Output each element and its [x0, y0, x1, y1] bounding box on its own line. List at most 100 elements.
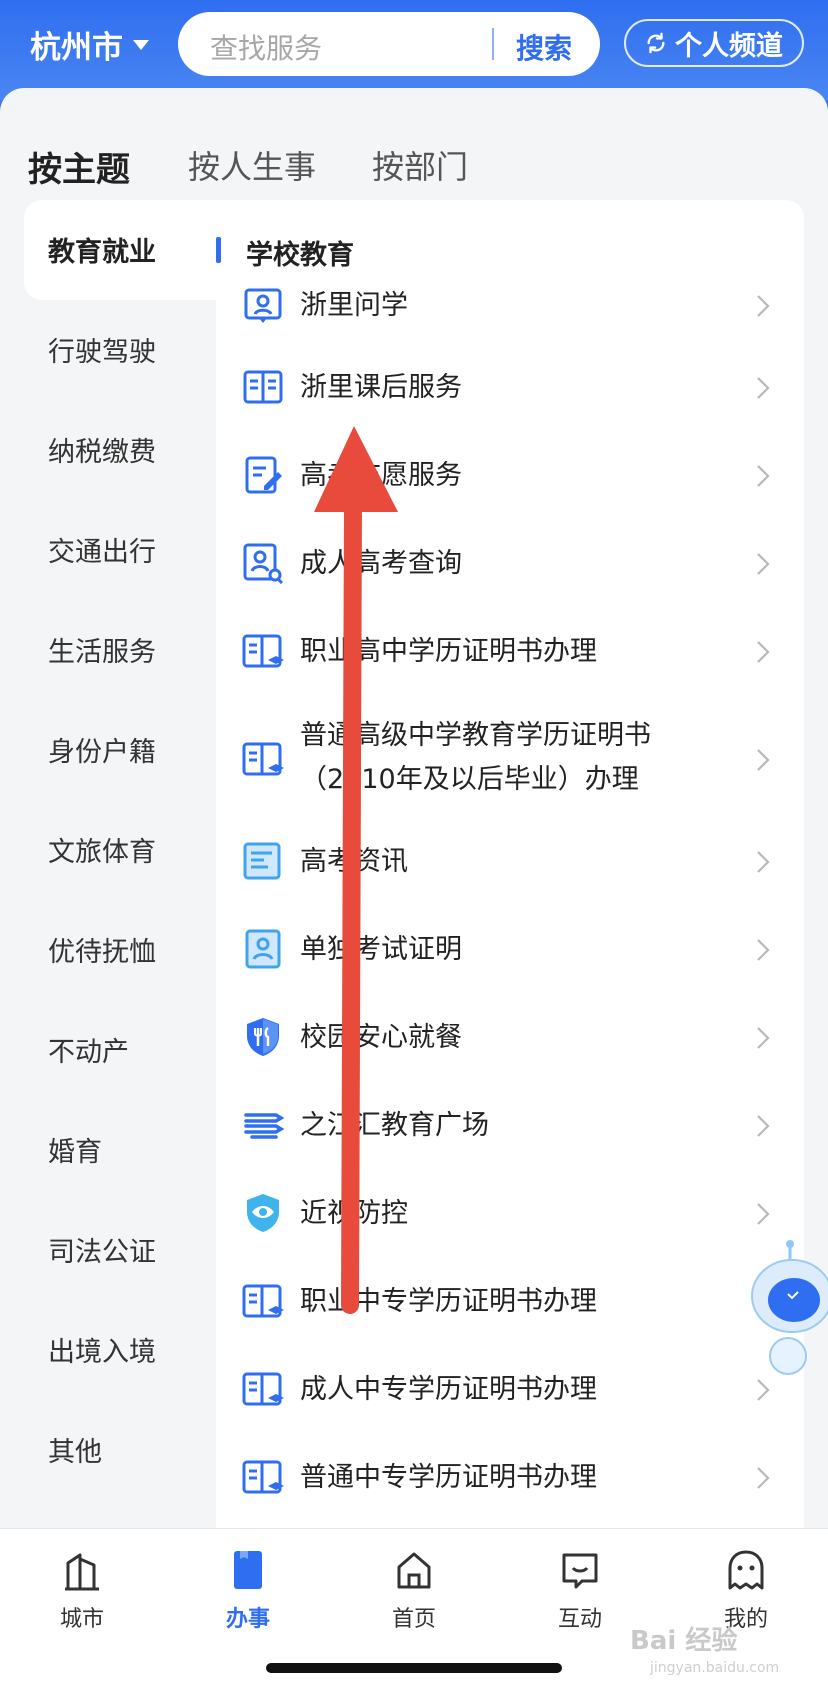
person-search-icon — [243, 543, 284, 584]
badge-person-icon — [244, 288, 282, 323]
nav-city[interactable]: 城市 — [32, 1549, 132, 1633]
sidebar-item-judicial[interactable]: 司法公证 — [48, 1230, 156, 1269]
service-label: 浙里课后服务 — [300, 372, 462, 403]
service-label: 浙里问学 — [300, 290, 408, 321]
chevron-right-icon — [757, 749, 770, 771]
certificate-book-icon — [242, 634, 284, 668]
city-selector[interactable]: 杭州市 — [30, 22, 149, 67]
chevron-right-icon — [757, 641, 770, 663]
service-row[interactable]: 近视防控 — [216, 1186, 804, 1242]
service-label: 职业中专学历证明书办理 — [300, 1286, 597, 1317]
service-label: 职业高中学历证明书办理 — [300, 636, 597, 667]
sidebar-item-life-services[interactable]: 生活服务 — [48, 630, 156, 669]
service-label: 高考志愿服务 — [300, 460, 462, 491]
shield-eye-icon — [247, 1194, 279, 1232]
chat-icon — [562, 1553, 598, 1589]
service-label: 高考资讯 — [300, 846, 408, 877]
sidebar-item-education[interactable]: 教育就业 — [48, 230, 156, 269]
certificate-book-icon — [242, 1372, 284, 1406]
caret-down-icon — [133, 39, 149, 50]
service-row[interactable]: 校园安心就餐 — [216, 1010, 804, 1066]
personal-channel-button[interactable]: 个人频道 — [624, 19, 804, 67]
certificate-book-icon — [242, 742, 284, 776]
assistant-robot-icon[interactable] — [742, 1238, 828, 1378]
city-icon — [65, 1553, 99, 1591]
search-input[interactable]: 查找服务 — [210, 27, 322, 67]
tab-by-theme[interactable]: 按主题 — [28, 142, 130, 191]
sidebar-item-culture-sports[interactable]: 文旅体育 — [48, 830, 156, 869]
service-icon — [234, 1551, 262, 1589]
nav-interact-label: 互动 — [557, 1607, 602, 1632]
watermark: Bai 经验 — [630, 1626, 738, 1656]
service-row[interactable]: 普通中专学历证明书办理 — [216, 1450, 804, 1506]
tab-by-life-event[interactable]: 按人生事 — [188, 142, 316, 188]
sidebar-item-other[interactable]: 其他 — [48, 1430, 102, 1469]
chevron-right-icon — [757, 377, 770, 399]
shield-fork-icon — [247, 1018, 279, 1056]
waves-icon — [244, 1113, 284, 1139]
certificate-book-icon — [242, 1284, 284, 1318]
section-title: 学校教育 — [246, 240, 354, 271]
city-label: 杭州市 — [30, 30, 123, 66]
chevron-right-icon — [757, 465, 770, 487]
book-icon — [243, 370, 283, 404]
profile-icon — [728, 1550, 764, 1590]
nav-service-label: 办事 — [225, 1607, 270, 1632]
chevron-right-icon — [757, 1379, 770, 1401]
sidebar-item-immigration[interactable]: 出境入境 — [48, 1330, 156, 1369]
sidebar-item-driving[interactable]: 行驶驾驶 — [48, 330, 156, 369]
service-label: 普通高级中学教育学历证明书（2010年及以后毕业）办理 — [300, 720, 651, 795]
nav-home[interactable]: 首页 — [364, 1549, 464, 1633]
nav-service[interactable]: 办事 — [198, 1549, 298, 1633]
news-icon — [243, 842, 281, 880]
service-list-panel: 学校教育 浙里问学 浙里课后服务 高考志愿服务 成人高考查询 职业高中学历证明书… — [216, 200, 804, 1540]
certificate-book-icon — [242, 1460, 284, 1494]
sidebar-item-transport[interactable]: 交通出行 — [48, 530, 156, 569]
service-label: 成人高考查询 — [300, 548, 462, 579]
personal-channel-label: 个人频道 — [675, 30, 783, 62]
refresh-icon — [647, 32, 665, 54]
service-row[interactable]: 成人中专学历证明书办理 — [216, 1362, 804, 1418]
search-bar[interactable]: 查找服务 搜索 — [178, 12, 600, 76]
chevron-right-icon — [757, 851, 770, 873]
id-card-icon — [245, 929, 281, 969]
service-label: 之江汇教育广场 — [300, 1110, 489, 1141]
service-row[interactable]: 普通高级中学教育学历证明书（2010年及以后毕业）办理 — [216, 708, 804, 808]
edit-document-icon — [245, 456, 282, 494]
tab-bar: 按主题 按人生事 按部门 — [0, 118, 828, 214]
chevron-right-icon — [757, 553, 770, 575]
service-row[interactable]: 职业高中学历证明书办理 — [216, 624, 804, 680]
service-label: 校园安心就餐 — [300, 1022, 462, 1053]
sidebar-item-marriage[interactable]: 婚育 — [48, 1130, 102, 1169]
service-row[interactable]: 浙里问学 — [216, 278, 804, 334]
service-label: 成人中专学历证明书办理 — [300, 1374, 597, 1405]
home-indicator — [266, 1663, 562, 1673]
sidebar-item-preferential[interactable]: 优待抚恤 — [48, 930, 156, 969]
service-row[interactable]: 职业中专学历证明书办理 — [216, 1274, 804, 1330]
tab-by-department[interactable]: 按部门 — [372, 142, 468, 188]
search-button[interactable]: 搜索 — [516, 27, 572, 67]
home-icon — [397, 1552, 431, 1589]
sidebar-item-identity[interactable]: 身份户籍 — [48, 730, 156, 769]
search-divider — [492, 28, 494, 60]
service-row[interactable]: 成人高考查询 — [216, 536, 804, 592]
top-bar: 杭州市 查找服务 搜索 个人频道 — [0, 0, 828, 100]
chevron-right-icon — [757, 939, 770, 961]
main-sheet: 按主题 按人生事 按部门 教育就业 行驶驾驶 纳税缴费 交通出行 生活服务 身份… — [0, 88, 828, 1540]
nav-interact[interactable]: 互动 — [530, 1549, 630, 1633]
chevron-right-icon — [757, 1027, 770, 1049]
service-label: 单独考试证明 — [300, 934, 462, 965]
sidebar-item-real-estate[interactable]: 不动产 — [48, 1030, 129, 1069]
service-row[interactable]: 高考资讯 — [216, 834, 804, 890]
section-accent-bar — [216, 237, 221, 263]
service-row[interactable]: 浙里课后服务 — [216, 360, 804, 416]
service-row[interactable]: 高考志愿服务 — [216, 448, 804, 504]
service-label: 普通中专学历证明书办理 — [300, 1462, 597, 1493]
chevron-right-icon — [757, 1115, 770, 1137]
sidebar-item-tax[interactable]: 纳税缴费 — [48, 430, 156, 469]
service-label: 近视防控 — [300, 1198, 408, 1229]
service-row[interactable]: 之江汇教育广场 — [216, 1098, 804, 1154]
chevron-right-icon — [757, 295, 770, 317]
service-row[interactable]: 单独考试证明 — [216, 922, 804, 978]
chevron-right-icon — [757, 1467, 770, 1489]
